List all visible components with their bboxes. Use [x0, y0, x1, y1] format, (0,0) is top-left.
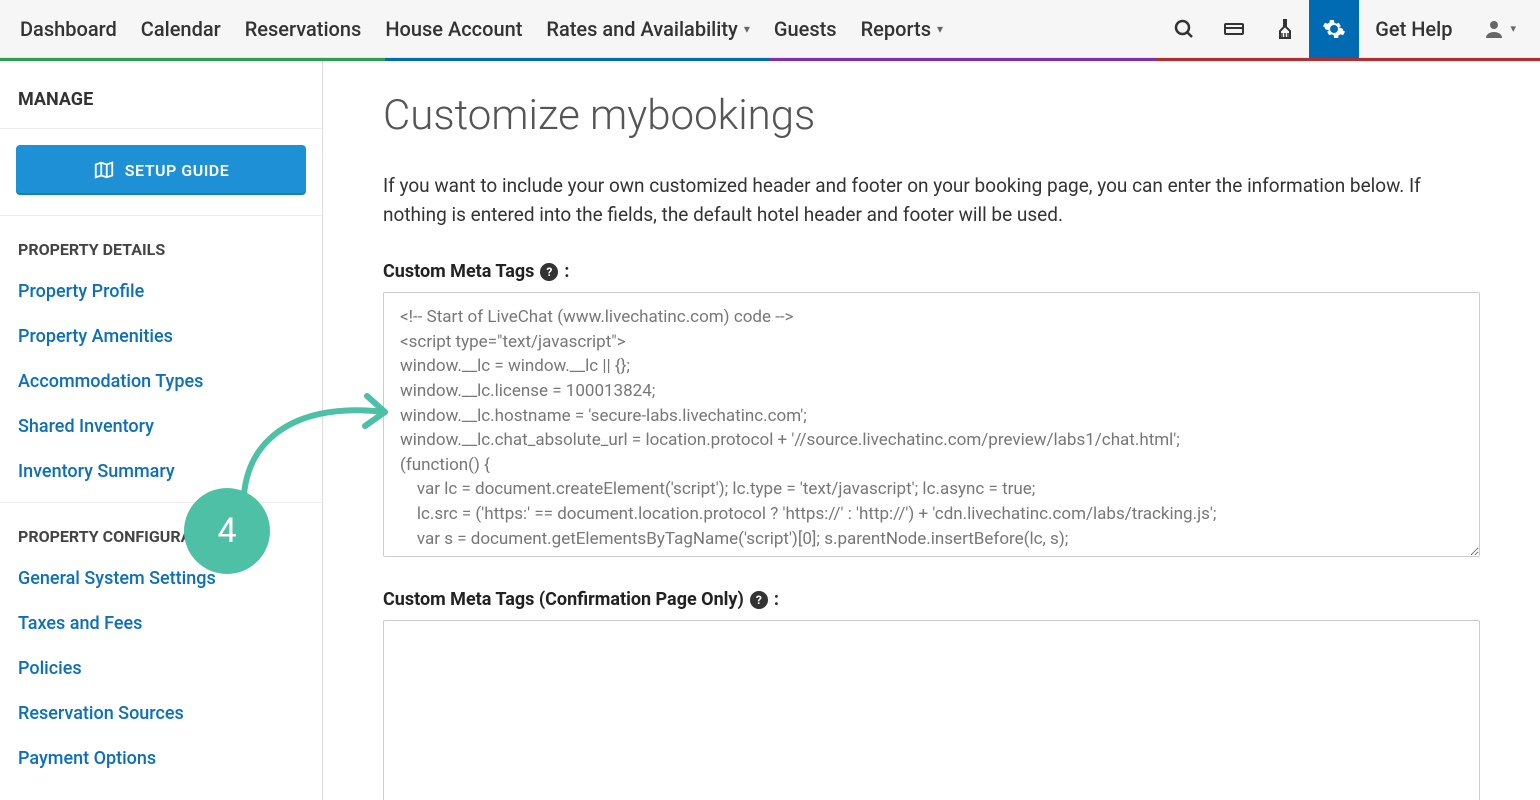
sidebar-item-payment-options[interactable]: Payment Options [0, 736, 322, 781]
card-button[interactable] [1209, 0, 1259, 58]
chevron-down-icon: ▾ [1510, 22, 1516, 35]
page-title: Customize mybookings [383, 91, 1480, 140]
nav-links: Dashboard Calendar Reservations House Ac… [20, 17, 943, 41]
sidebar-item-shared-inventory[interactable]: Shared Inventory [0, 404, 322, 449]
meta-tags-label: Custom Meta Tags ? : [383, 261, 1480, 282]
help-label: Get Help [1375, 17, 1452, 41]
page-intro: If you want to include your own customiz… [383, 172, 1480, 229]
meta-tags-confirmation-block: Custom Meta Tags (Confirmation Page Only… [383, 589, 1480, 800]
sidebar-item-reservation-sources[interactable]: Reservation Sources [0, 691, 322, 736]
map-icon [93, 159, 115, 181]
gear-icon [1322, 17, 1346, 41]
meta-tags-block: Custom Meta Tags ? : [383, 261, 1480, 561]
chevron-down-icon: ▾ [937, 22, 943, 36]
callout-badge: 4 [184, 488, 270, 574]
user-icon [1482, 17, 1506, 41]
nav-label: Dashboard [20, 17, 117, 41]
nav-reports[interactable]: Reports ▾ [861, 17, 943, 41]
label-colon: : [774, 589, 779, 610]
sidebar-item-inventory-summary[interactable]: Inventory Summary [0, 449, 322, 494]
settings-button[interactable] [1309, 0, 1359, 58]
nav-guests[interactable]: Guests [774, 17, 837, 41]
label-colon: : [564, 261, 569, 282]
get-help-link[interactable]: Get Help [1359, 17, 1468, 41]
nav-label: Reports [861, 17, 931, 41]
nav-reservations[interactable]: Reservations [245, 17, 362, 41]
sidebar-item-general-settings[interactable]: General System Settings [0, 556, 322, 601]
card-icon [1222, 17, 1246, 41]
nav-label: House Account [385, 17, 522, 41]
main-content: Customize mybookings If you want to incl… [323, 61, 1540, 800]
sidebar-item-accommodation-types[interactable]: Accommodation Types [0, 359, 322, 404]
label-text: Custom Meta Tags (Confirmation Page Only… [383, 589, 744, 610]
nav-label: Guests [774, 17, 837, 41]
search-button[interactable] [1159, 0, 1209, 58]
nav-dashboard[interactable]: Dashboard [20, 17, 117, 41]
help-icon[interactable]: ? [540, 263, 558, 281]
sidebar-config-heading: PROPERTY CONFIGURATION [0, 503, 322, 556]
topbar-icon-group: Get Help ▾ [1159, 0, 1530, 58]
housekeeping-button[interactable] [1259, 0, 1309, 58]
label-text: Custom Meta Tags [383, 261, 534, 282]
broom-icon [1272, 17, 1296, 41]
setup-guide-button[interactable]: SETUP GUIDE [16, 145, 306, 195]
sidebar-manage-heading: MANAGE [0, 61, 322, 129]
chevron-down-icon: ▾ [744, 22, 750, 36]
search-icon [1172, 17, 1196, 41]
top-navbar: Dashboard Calendar Reservations House Ac… [0, 0, 1540, 58]
sidebar-item-taxes-fees[interactable]: Taxes and Fees [0, 601, 322, 646]
sidebar: MANAGE SETUP GUIDE PROPERTY DETAILS Prop… [0, 61, 323, 800]
callout-number: 4 [217, 511, 236, 551]
sidebar-item-property-amenities[interactable]: Property Amenities [0, 314, 322, 359]
nav-rates-availability[interactable]: Rates and Availability ▾ [546, 17, 750, 41]
sidebar-item-property-profile[interactable]: Property Profile [0, 269, 322, 314]
help-icon[interactable]: ? [750, 591, 768, 609]
nav-label: Reservations [245, 17, 362, 41]
sidebar-item-policies[interactable]: Policies [0, 646, 322, 691]
nav-label: Rates and Availability [546, 17, 737, 41]
sidebar-details-heading: PROPERTY DETAILS [0, 216, 322, 269]
setup-guide-label: SETUP GUIDE [125, 161, 230, 180]
user-menu[interactable]: ▾ [1468, 17, 1530, 41]
meta-tags-confirmation-textarea[interactable] [383, 620, 1480, 800]
meta-tags-confirmation-label: Custom Meta Tags (Confirmation Page Only… [383, 589, 1480, 610]
meta-tags-textarea[interactable] [383, 292, 1480, 557]
nav-calendar[interactable]: Calendar [141, 17, 221, 41]
nav-label: Calendar [141, 17, 221, 41]
nav-house-account[interactable]: House Account [385, 17, 522, 41]
